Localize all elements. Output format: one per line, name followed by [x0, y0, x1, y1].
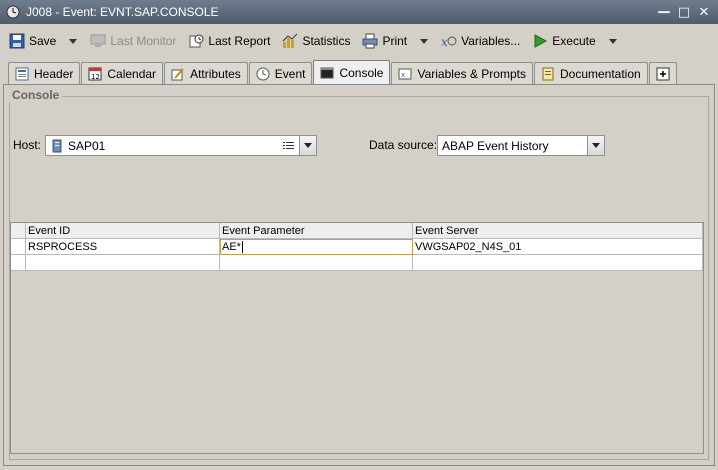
new-event-parameter-cell[interactable]	[220, 255, 413, 271]
table-header-row: Event ID Event Parameter Event Server	[11, 223, 703, 239]
printer-icon	[362, 33, 378, 49]
variables-icon: x	[398, 68, 412, 79]
host-combobox[interactable]: SAP01	[45, 135, 317, 156]
floppy-disk-icon	[9, 33, 25, 49]
server-icon	[52, 139, 62, 152]
add-tab-icon	[656, 67, 670, 80]
text-caret	[241, 240, 243, 253]
tab-calendar[interactable]: 12 Calendar	[81, 62, 164, 84]
save-dropdown-arrow[interactable]	[69, 38, 78, 44]
tab-strip: Header 12 Calendar Attributes Event Cons…	[8, 60, 678, 85]
datasource-combobox[interactable]: ABAP Event History	[437, 135, 605, 156]
table-row[interactable]: RSPROCESS AE* VWGSAP02_N4S_01	[11, 239, 703, 255]
tab-documentation[interactable]: Documentation	[533, 62, 648, 84]
tab-event-label: Event	[274, 66, 306, 81]
event-table: Event ID Event Parameter Event Server RS…	[10, 222, 704, 454]
event-icon	[256, 67, 270, 80]
maximize-button[interactable]: □	[676, 4, 692, 20]
column-header-event-parameter[interactable]: Event Parameter	[220, 223, 413, 239]
column-header-event-server[interactable]: Event Server	[413, 223, 703, 239]
save-button[interactable]: Save	[6, 30, 59, 52]
event-parameter-value: AE*	[222, 240, 241, 253]
last-monitor-label: Last Monitor	[110, 34, 177, 48]
title-bar: J008 - Event: EVNT.SAP.CONSOLE — □ ✕	[0, 0, 718, 24]
host-value: SAP01	[68, 138, 106, 153]
table-corner	[11, 223, 26, 239]
variables-button[interactable]: x Variables...	[438, 30, 523, 52]
documentation-icon	[542, 67, 554, 80]
window-title: J008 - Event: EVNT.SAP.CONSOLE	[26, 5, 219, 19]
datasource-value: ABAP Event History	[442, 138, 549, 153]
event-server-cell[interactable]: VWGSAP02_N4S_01	[413, 239, 703, 255]
save-label: Save	[29, 34, 57, 48]
event-parameter-cell[interactable]: AE*	[220, 239, 413, 255]
table-row-new[interactable]	[11, 255, 703, 271]
tab-attributes-label: Attributes	[190, 66, 241, 81]
print-dropdown-arrow[interactable]	[420, 38, 429, 44]
last-report-button[interactable]: Last Report	[185, 30, 273, 52]
new-event-server-cell[interactable]	[413, 255, 703, 271]
attributes-icon	[171, 67, 184, 80]
new-event-id-cell[interactable]	[26, 255, 220, 271]
svg-text:x: x	[401, 71, 405, 79]
datasource-label: Data source:	[369, 138, 438, 152]
tab-variables-prompts-label: Variables & Prompts	[417, 66, 526, 81]
tab-header-label: Header	[34, 66, 74, 81]
report-clock-icon	[189, 34, 204, 48]
variables-label: Variables...	[461, 34, 521, 48]
variables-icon: x	[441, 35, 457, 49]
toolbar: Save Last Monitor Last Report Statistics	[0, 26, 718, 56]
event-id-cell[interactable]: RSPROCESS	[26, 239, 220, 255]
host-label: Host:	[13, 138, 42, 152]
chevron-down-icon	[304, 143, 312, 148]
tab-add[interactable]	[648, 62, 677, 84]
console-group-title: Console	[9, 88, 63, 102]
last-monitor-button[interactable]: Last Monitor	[87, 30, 179, 52]
tab-event[interactable]: Event	[248, 62, 313, 84]
execute-label: Execute	[552, 34, 596, 48]
tab-console[interactable]: Console	[313, 60, 391, 85]
row-header[interactable]	[11, 239, 26, 255]
print-label: Print	[382, 34, 408, 48]
tab-attributes[interactable]: Attributes	[164, 62, 248, 84]
execute-dropdown-arrow[interactable]	[608, 38, 617, 44]
monitor-icon	[90, 34, 106, 47]
chevron-down-icon	[592, 143, 600, 148]
tab-header[interactable]: Header	[8, 62, 81, 84]
header-icon	[15, 67, 29, 80]
play-icon	[534, 34, 548, 48]
column-header-event-id[interactable]: Event ID	[26, 223, 220, 239]
host-dropdown-button[interactable]	[299, 136, 316, 155]
list-icon[interactable]	[282, 140, 296, 152]
calendar-icon: 12	[88, 67, 102, 81]
svg-text:x: x	[441, 35, 448, 49]
statistics-label: Statistics	[302, 34, 351, 48]
tab-variables-prompts[interactable]: x Variables & Prompts	[391, 62, 533, 84]
statistics-button[interactable]: Statistics	[279, 30, 353, 52]
console-icon	[320, 67, 334, 79]
svg-text:12: 12	[91, 73, 100, 81]
statistics-chart-icon	[283, 33, 298, 48]
tab-documentation-label: Documentation	[559, 66, 641, 81]
minimize-button[interactable]: —	[656, 4, 672, 20]
print-button[interactable]: Print	[359, 30, 410, 52]
close-button[interactable]: ✕	[696, 4, 712, 20]
execute-button[interactable]: Execute	[529, 30, 598, 52]
datasource-dropdown-button[interactable]	[587, 136, 604, 155]
last-report-label: Last Report	[208, 34, 271, 48]
clock-icon	[6, 5, 20, 19]
row-header-new[interactable]	[11, 255, 26, 271]
tab-calendar-label: Calendar	[107, 66, 157, 81]
tab-console-label: Console	[339, 66, 384, 80]
